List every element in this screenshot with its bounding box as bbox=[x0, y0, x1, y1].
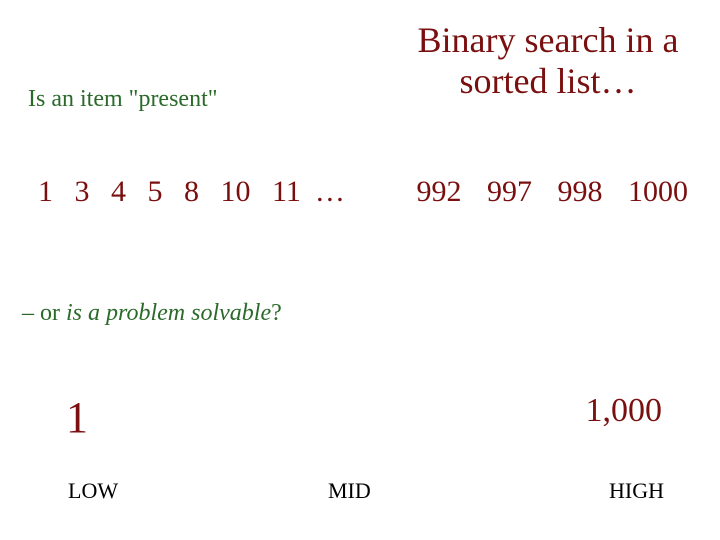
subline: – or is a problem solvable? bbox=[22, 300, 282, 327]
seq-num: 3 bbox=[75, 175, 90, 208]
slide-title: Binary search in a sorted list… bbox=[408, 20, 688, 103]
high-label: HIGH bbox=[609, 478, 664, 504]
intro-text: Is an item "present" bbox=[28, 86, 218, 113]
subline-suffix: ? bbox=[271, 300, 282, 326]
seq-num: 8 bbox=[184, 175, 199, 208]
seq-num: 11 bbox=[272, 175, 301, 208]
seq-num: 992 bbox=[417, 175, 462, 208]
low-value: 1 bbox=[66, 392, 88, 443]
seq-num: 997 bbox=[487, 175, 532, 208]
seq-num: 4 bbox=[111, 175, 126, 208]
seq-num: 5 bbox=[148, 175, 163, 208]
low-label: LOW bbox=[68, 478, 118, 504]
sequence-right: 992 997 998 1000 bbox=[399, 175, 689, 209]
seq-num: 1 bbox=[38, 175, 53, 208]
subline-italic: is a problem solvable bbox=[66, 300, 271, 326]
seq-num: 1000 bbox=[628, 175, 688, 208]
seq-num: 998 bbox=[558, 175, 603, 208]
seq-num: 10 bbox=[221, 175, 251, 208]
mid-label: MID bbox=[328, 478, 371, 504]
number-sequence: 1 3 4 5 8 10 11 … 992 997 998 1000 bbox=[38, 175, 688, 209]
high-value: 1,000 bbox=[586, 392, 663, 430]
subline-prefix: – or bbox=[22, 300, 66, 326]
sequence-left: 1 3 4 5 8 10 11 bbox=[38, 175, 315, 209]
sequence-ellipsis: … bbox=[315, 175, 345, 209]
